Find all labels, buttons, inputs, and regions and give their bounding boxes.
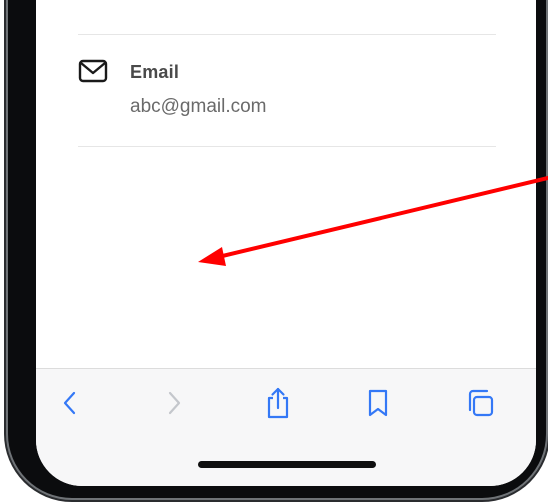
chevron-left-icon bbox=[60, 390, 80, 421]
phone-screen: Email abc@gmail.com bbox=[36, 0, 536, 486]
email-value[interactable]: abc@gmail.com bbox=[130, 96, 267, 118]
bookmark-icon bbox=[366, 388, 390, 423]
mail-icon bbox=[78, 58, 110, 86]
back-button[interactable] bbox=[50, 387, 90, 423]
email-label: Email bbox=[130, 62, 180, 82]
chevron-right-icon bbox=[164, 390, 184, 421]
share-button[interactable] bbox=[258, 387, 298, 423]
share-icon bbox=[264, 386, 292, 425]
bookmarks-button[interactable] bbox=[358, 387, 398, 423]
tabs-button[interactable] bbox=[460, 387, 500, 423]
safari-toolbar bbox=[36, 368, 536, 486]
tabs-icon bbox=[464, 387, 496, 424]
forward-button[interactable] bbox=[154, 387, 194, 423]
top-divider bbox=[78, 34, 496, 35]
home-indicator bbox=[198, 461, 376, 468]
bottom-divider bbox=[78, 146, 496, 147]
screenshot: Email abc@gmail.com bbox=[0, 0, 548, 502]
email-contact-row[interactable]: Email abc@gmail.com bbox=[76, 54, 496, 124]
